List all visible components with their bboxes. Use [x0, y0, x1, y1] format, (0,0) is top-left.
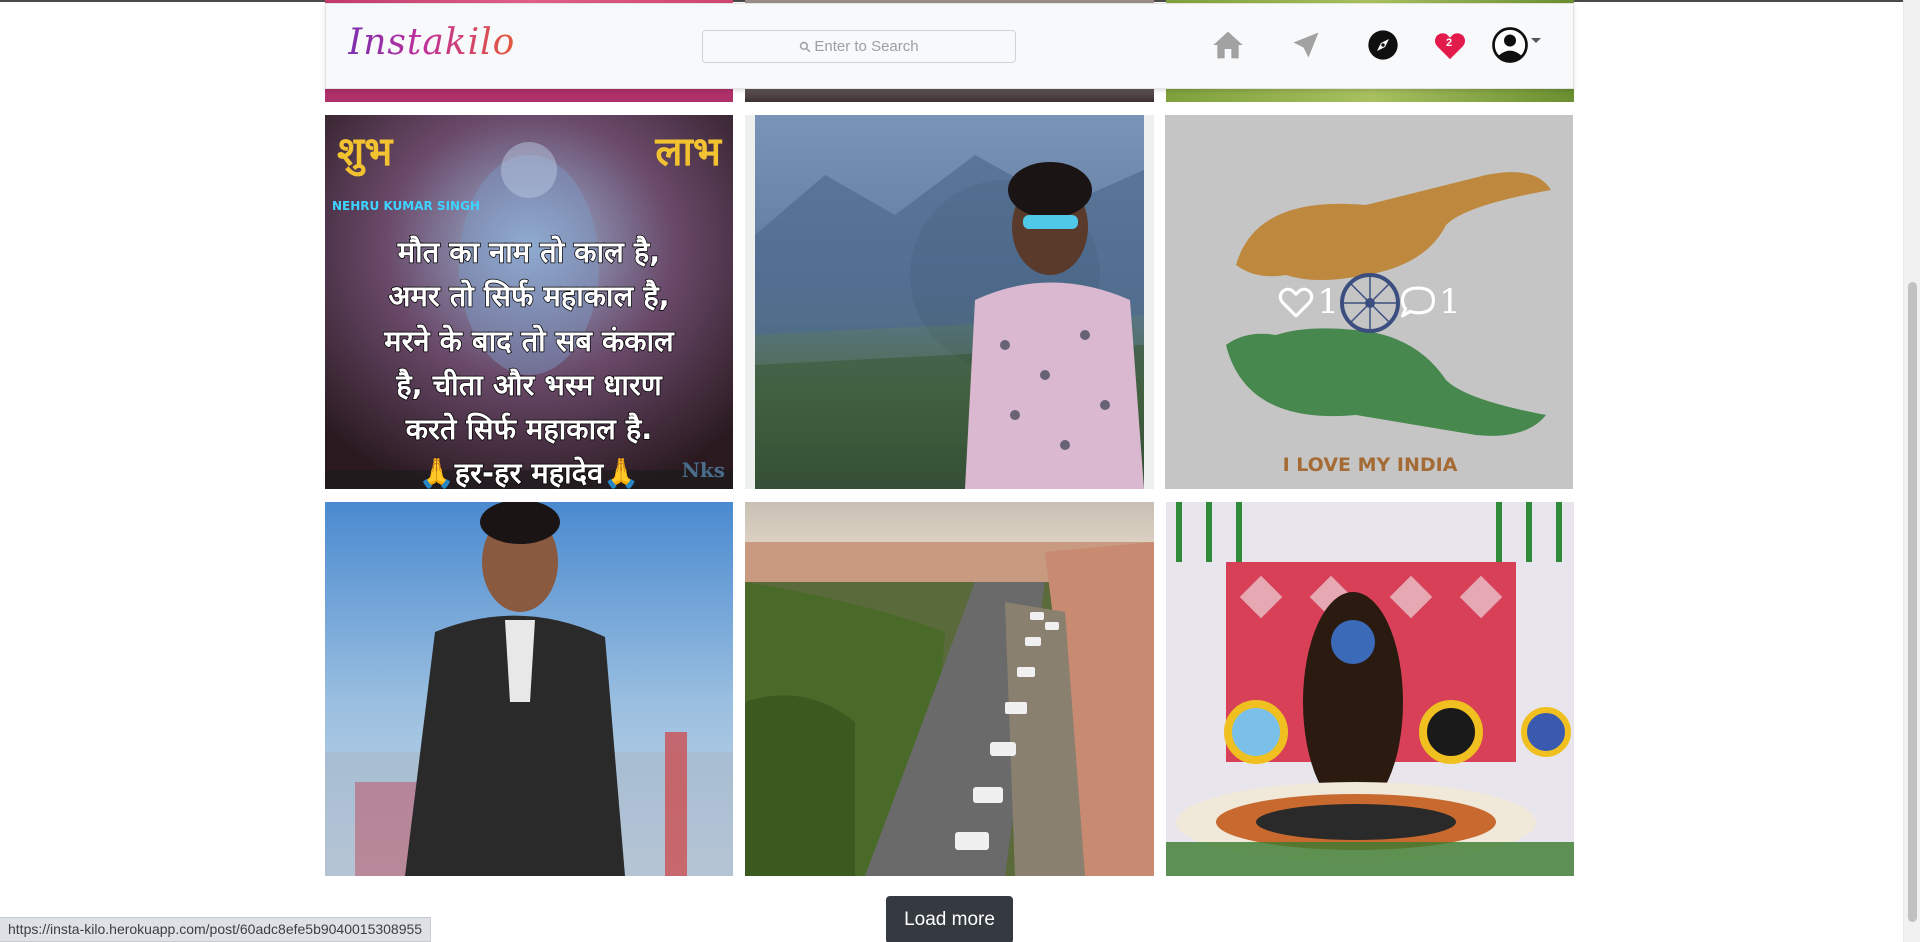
- likes-count: 1: [1317, 282, 1339, 322]
- status-url-bar: https://insta-kilo.herokuapp.com/post/60…: [0, 917, 432, 942]
- scrollbar-thumb[interactable]: [1908, 282, 1917, 922]
- heart-outline-icon: [1279, 287, 1314, 318]
- chevron-down-icon: [1531, 38, 1541, 43]
- comment-bubble-icon: [1401, 286, 1435, 318]
- brand-logo[interactable]: Instakilo: [348, 22, 515, 70]
- home-icon[interactable]: [1211, 28, 1245, 62]
- shiva-quote-line-5: करते सिर्फ महाकाल है.: [405, 412, 653, 446]
- shiva-quote-line-1: मौत का नाम तो काल है,: [397, 235, 661, 269]
- search-icon: [800, 41, 811, 52]
- shiva-quote-line-4: है, चीता और भस्म धारण: [395, 368, 663, 402]
- shiva-quote-line-2: अमर तो सिर्फ महाकाल है,: [388, 279, 669, 313]
- post-tile-mountain-portrait[interactable]: [745, 115, 1154, 489]
- comments-stat: 1: [1399, 282, 1461, 322]
- search-placeholder: Enter to Search: [814, 38, 919, 55]
- likes-stat: 1: [1277, 282, 1339, 322]
- post-tile-shiva-quote[interactable]: शुभ लाभ NEHRU KUMAR SINGH मौत का नाम तो …: [325, 115, 733, 489]
- post-hover-overlay[interactable]: 1 1: [1165, 115, 1573, 489]
- shiva-quote-credit: NEHRU KUMAR SINGH: [332, 199, 480, 213]
- shiva-quote-line-6: 🙏हर-हर महादेव🙏: [419, 456, 640, 489]
- shiva-quote-mark: Nks: [682, 458, 725, 482]
- page-scrollbar[interactable]: [1903, 0, 1920, 942]
- post-tile-shiva-shrine[interactable]: [1166, 502, 1574, 876]
- brand-name: Instakilo: [348, 22, 516, 63]
- top-navbar: Instakilo Enter to Search 2: [325, 3, 1574, 89]
- shiva-quote-top-left: शुभ: [337, 129, 394, 177]
- explore-compass-icon[interactable]: [1366, 28, 1400, 62]
- post-tile-fort-road[interactable]: [745, 502, 1154, 876]
- notification-count: 2: [1446, 37, 1453, 49]
- profile-avatar-icon[interactable]: [1489, 27, 1545, 63]
- shiva-quote-top-right: लाभ: [654, 129, 722, 175]
- comments-count: 1: [1439, 282, 1461, 322]
- notifications-heart-icon[interactable]: 2: [1433, 28, 1467, 62]
- search-input[interactable]: Enter to Search: [702, 30, 1016, 63]
- shiva-quote-line-3: मरने के बाद तो सब कंकाल: [383, 324, 675, 358]
- send-icon[interactable]: [1289, 28, 1323, 62]
- load-more-button[interactable]: Load more: [886, 896, 1013, 942]
- post-tile-leather-jacket[interactable]: [325, 502, 733, 876]
